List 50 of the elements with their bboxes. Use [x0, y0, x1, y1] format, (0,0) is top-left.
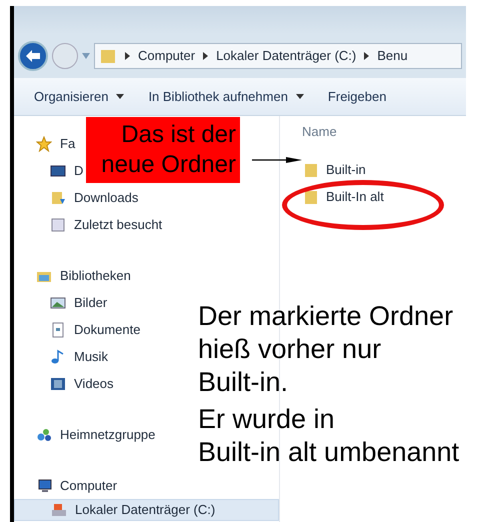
nav-item[interactable]: Bilder — [14, 289, 108, 316]
file-row[interactable]: Built-in — [302, 156, 370, 183]
nav-item[interactable]: Videos — [14, 370, 114, 397]
document-icon — [50, 322, 66, 338]
folder-icon — [50, 190, 66, 206]
document-icon — [50, 216, 66, 232]
nav-item[interactable]: D — [14, 157, 84, 184]
folder-icon — [304, 162, 318, 178]
star-icon — [36, 136, 52, 152]
folder-icon — [304, 188, 318, 204]
left-arrow-icon — [25, 49, 41, 63]
callout-text: Das ist der — [121, 120, 236, 150]
caret-icon — [82, 53, 90, 59]
breadcrumb[interactable]: Computer — [138, 46, 196, 66]
network-icon — [36, 426, 52, 442]
toolbar-button[interactable]: In Bibliothek aufnehmen — [148, 86, 304, 106]
folder-icon — [99, 47, 117, 65]
chevron-right-icon — [364, 52, 370, 60]
breadcrumb[interactable]: Benu — [377, 46, 408, 66]
toolbar-button[interactable]: Freigeben — [328, 86, 386, 106]
nav-item[interactable]: Bibliotheken — [14, 262, 131, 289]
chevron-right-icon — [125, 52, 130, 60]
nav-item[interactable]: Heimnetzgruppe — [14, 421, 156, 448]
note-text: Built-in. — [198, 366, 288, 399]
address-field[interactable]: Computer Lokaler Datenträger (C:) Benu — [94, 43, 462, 69]
music-note-icon — [50, 348, 66, 364]
nav-item[interactable]: Dokumente — [14, 316, 140, 343]
note-text: hieß vorher nur — [198, 333, 382, 366]
column-header[interactable]: Name — [302, 122, 337, 156]
nav-item[interactable]: Computer — [14, 472, 118, 499]
callout-text: neue Ordner — [101, 150, 236, 180]
monitor-icon — [50, 162, 66, 178]
breadcrumb[interactable]: Lokaler Datenträger (C:) — [216, 46, 356, 66]
toolbar-button[interactable]: Organisieren — [34, 86, 124, 106]
nav-item[interactable]: Zuletzt besucht — [14, 211, 162, 238]
drive-icon — [51, 502, 67, 518]
nav-item[interactable]: Downloads — [14, 184, 138, 211]
note-text: Er wurde in — [198, 403, 335, 436]
nav-item[interactable]: Musik — [14, 343, 108, 370]
note-text: Built-in alt umbenannt — [198, 436, 460, 469]
chevron-right-icon — [203, 52, 208, 60]
file-row[interactable]: Built-In alt — [302, 183, 388, 210]
nav-item[interactable]: Fa — [14, 130, 76, 157]
film-icon — [50, 376, 66, 392]
note-text: Der markierte Ordner — [198, 300, 454, 333]
arrow — [252, 155, 302, 165]
nav-item[interactable]: Lokaler Datenträger (C:) — [14, 499, 279, 521]
computer-icon — [36, 478, 52, 494]
back-button[interactable] — [18, 41, 48, 71]
picture-icon — [50, 294, 66, 310]
